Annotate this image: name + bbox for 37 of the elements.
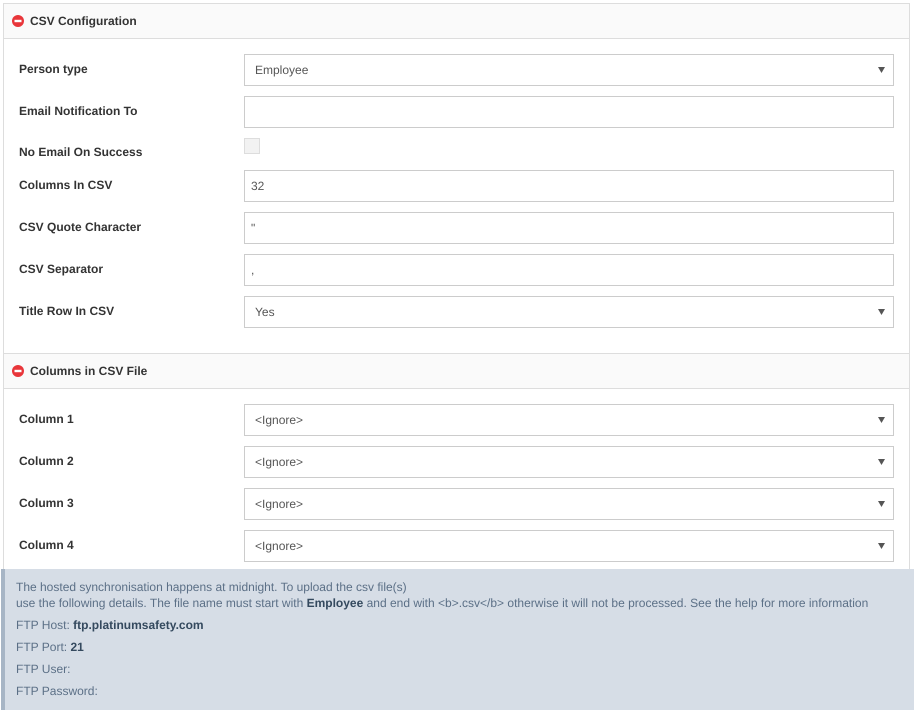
section-title: CSV Configuration <box>30 13 137 29</box>
select-field[interactable]: <Ignore> <box>244 488 894 520</box>
section-title: Columns in CSV File <box>30 363 148 379</box>
minus-circle-icon[interactable] <box>12 365 24 377</box>
field-label: Column 3 <box>19 495 75 511</box>
field-label: Columns In CSV <box>19 177 114 193</box>
field-label: CSV Separator <box>19 261 104 277</box>
field-label: No Email On Success <box>19 144 144 160</box>
caret-icon <box>878 459 885 465</box>
select-field[interactable]: <Ignore> <box>244 404 894 436</box>
ftp-detail: FTP Password: <box>16 683 99 699</box>
checkbox[interactable] <box>244 138 260 154</box>
minus-circle-icon[interactable] <box>12 15 24 27</box>
select-field[interactable]: <Ignore> <box>244 446 894 478</box>
info-text: The hosted synchronisation happens at midnight. To upload the csv file(s) use the following details. The file name must start with Employee and end with <b>.csv</b> otherwise it will not be processed. See the help for more information <box>16 579 870 611</box>
ftp-detail: FTP Port: 21 <box>16 639 85 655</box>
input-field[interactable] <box>244 96 894 128</box>
caret-icon <box>878 67 885 73</box>
field-label: Column 2 <box>19 453 75 469</box>
caret-icon <box>878 309 885 315</box>
field-label: Column 4 <box>19 537 75 553</box>
caret-icon <box>878 543 885 549</box>
field-label: Email Notification To <box>19 103 138 119</box>
field-label: Column 1 <box>19 411 75 427</box>
select-field[interactable]: <Ignore> <box>244 530 894 562</box>
ftp-detail: FTP Host: ftp.platinumsafety.com <box>16 617 205 633</box>
select-field[interactable]: Yes <box>244 296 894 328</box>
caret-icon <box>878 501 885 507</box>
caret-icon <box>878 417 885 423</box>
input-field[interactable]: 32 <box>244 170 894 202</box>
field-label: Person type <box>19 61 89 77</box>
input-field[interactable]: , <box>244 254 894 286</box>
select-field[interactable]: Employee <box>244 54 894 86</box>
field-label: Title Row In CSV <box>19 303 116 319</box>
input-field[interactable]: " <box>244 212 894 244</box>
ftp-detail: FTP User: <box>16 661 72 677</box>
field-label: CSV Quote Character <box>19 219 142 235</box>
